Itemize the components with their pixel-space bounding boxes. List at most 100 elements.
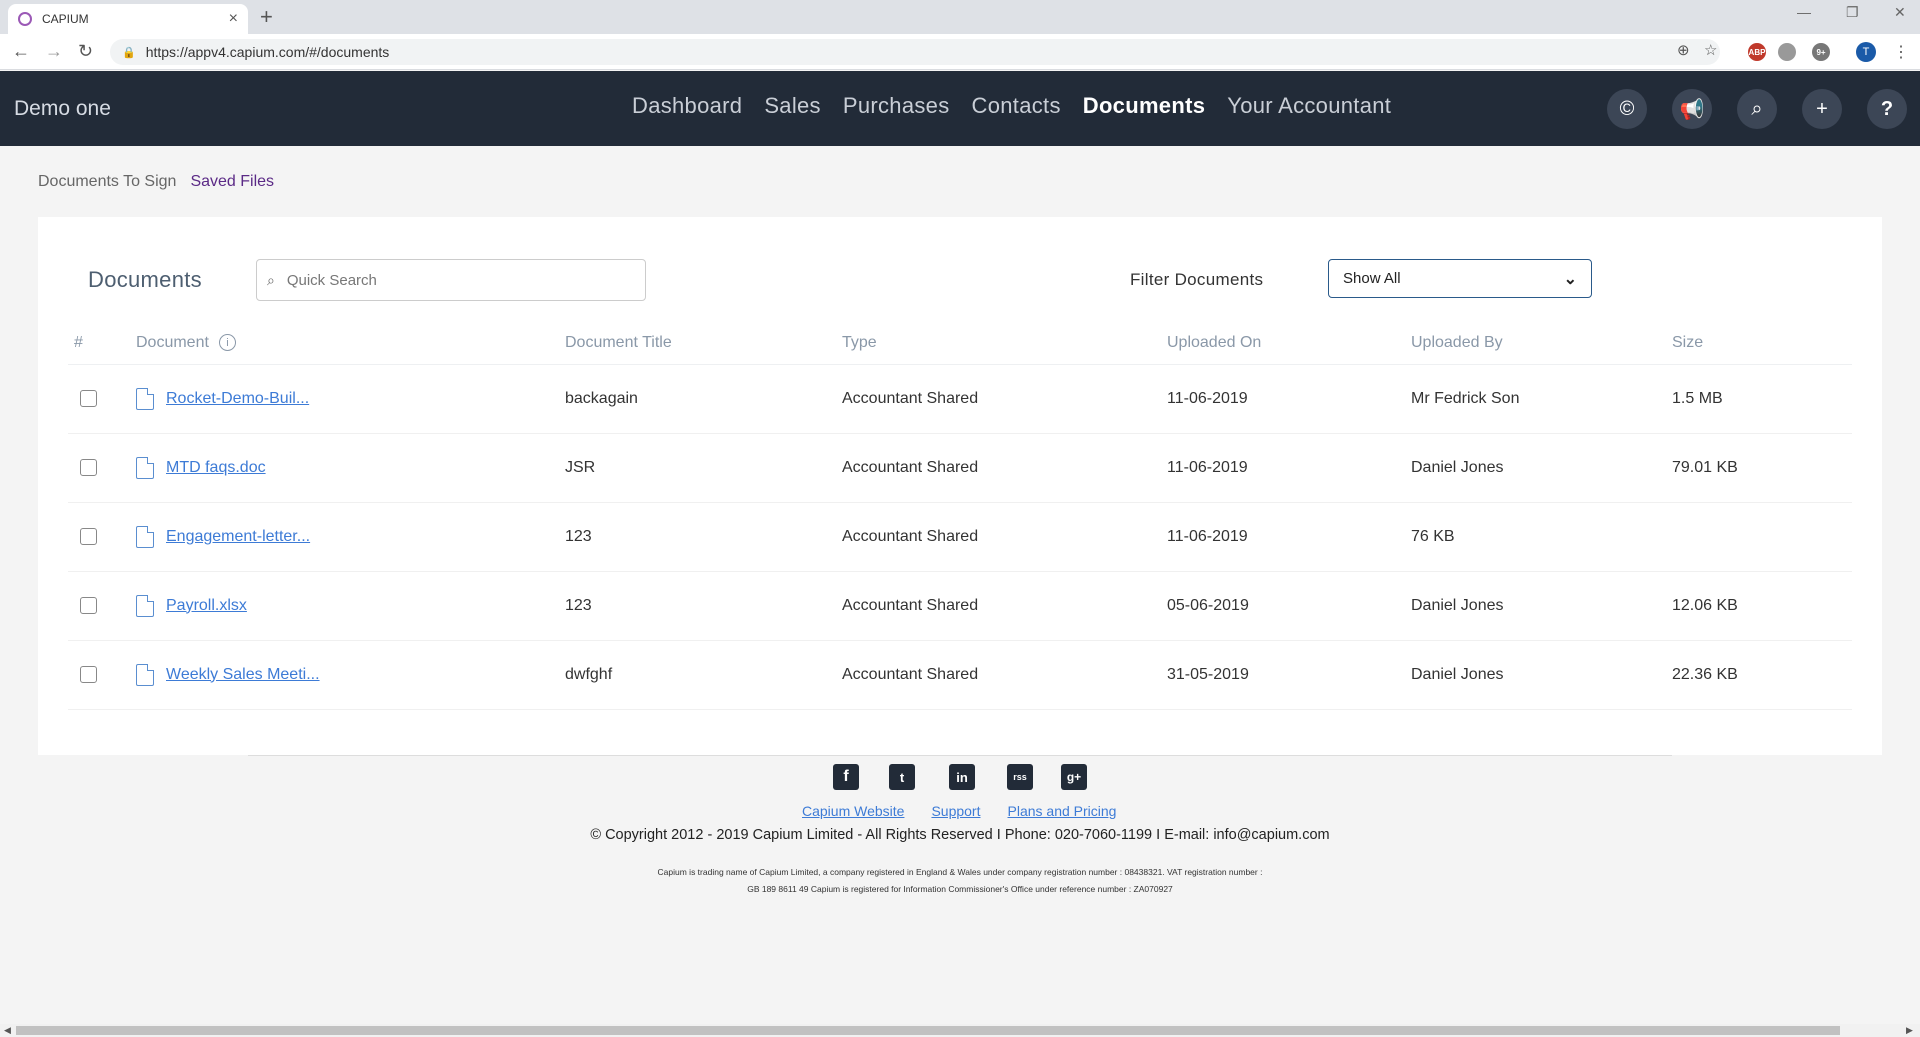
quick-search: ⌕ bbox=[256, 259, 646, 301]
search-icon[interactable]: ⌕ bbox=[1737, 89, 1777, 129]
extension-badge-icon[interactable]: 9+ bbox=[1812, 43, 1830, 61]
col-uploaded-by[interactable]: Uploaded By bbox=[1411, 322, 1672, 365]
browser-menu-icon[interactable]: ⋮ bbox=[1893, 42, 1909, 62]
uploaded-by-cell: 76 KB bbox=[1411, 502, 1672, 572]
forward-icon[interactable]: → bbox=[45, 41, 63, 62]
document-title-cell: JSR bbox=[565, 433, 842, 503]
uploaded-on-cell: 05-06-2019 bbox=[1167, 571, 1411, 641]
row-select-cell bbox=[68, 433, 136, 503]
extension-icon[interactable] bbox=[1778, 43, 1796, 61]
size-cell: 22.36 KB bbox=[1672, 640, 1852, 710]
document-link[interactable]: Engagement-letter... bbox=[166, 528, 310, 546]
nav-documents[interactable]: Documents bbox=[1083, 93, 1206, 119]
document-link[interactable]: Payroll.xlsx bbox=[166, 597, 247, 615]
row-checkbox[interactable] bbox=[80, 596, 97, 614]
reload-icon[interactable]: ↻ bbox=[78, 41, 93, 62]
row-select-cell bbox=[68, 571, 136, 641]
col-type[interactable]: Type bbox=[842, 322, 1167, 365]
filter-documents-select[interactable]: Show All ⌄ bbox=[1328, 259, 1592, 298]
row-checkbox[interactable] bbox=[80, 389, 97, 407]
filter-selected-value: Show All bbox=[1343, 270, 1401, 287]
nav-dashboard[interactable]: Dashboard bbox=[632, 93, 742, 119]
size-cell: 79.01 KB bbox=[1672, 433, 1852, 503]
col-document: Document i bbox=[136, 322, 565, 365]
table-row: Rocket-Demo-Buil... backagain Accountant… bbox=[68, 364, 1852, 434]
scrollbar-thumb[interactable] bbox=[16, 1026, 1840, 1035]
horizontal-scrollbar[interactable]: ◀ ▶ bbox=[0, 1024, 1920, 1037]
nav-sales[interactable]: Sales bbox=[764, 93, 821, 119]
col-uploaded-on[interactable]: Uploaded On bbox=[1167, 322, 1411, 365]
browser-tab-bar: CAPIUM × + — ❐ ✕ bbox=[0, 0, 1920, 34]
size-cell: 1.5 MB bbox=[1672, 364, 1852, 434]
facebook-icon[interactable]: f bbox=[833, 764, 859, 790]
linkedin-icon[interactable]: in bbox=[949, 764, 975, 790]
filter-documents-label: Filter Documents bbox=[1130, 270, 1264, 289]
documents-panel: Documents ⌕ Filter Documents Show All ⌄ … bbox=[38, 217, 1882, 755]
col-size[interactable]: Size bbox=[1672, 322, 1852, 365]
nav-your-accountant[interactable]: Your Accountant bbox=[1227, 93, 1391, 119]
megaphone-icon[interactable]: 📢 bbox=[1672, 89, 1712, 129]
type-cell: Accountant Shared bbox=[842, 502, 1167, 572]
nav-contacts[interactable]: Contacts bbox=[972, 93, 1061, 119]
browser-tab-title: CAPIUM bbox=[42, 12, 89, 26]
capium-website-link[interactable]: Capium Website bbox=[802, 803, 904, 819]
type-cell: Accountant Shared bbox=[842, 640, 1167, 710]
scroll-left-icon[interactable]: ◀ bbox=[4, 1024, 11, 1037]
col-number: # bbox=[68, 322, 136, 365]
app-header: Demo one Dashboard Sales Purchases Conta… bbox=[0, 71, 1920, 146]
doc-file-icon bbox=[136, 456, 154, 479]
uploaded-by-cell: Daniel Jones bbox=[1411, 433, 1672, 503]
info-icon[interactable]: i bbox=[218, 334, 236, 352]
row-checkbox[interactable] bbox=[80, 527, 97, 545]
table-header-row: # Document i Document Title Type Uploaded… bbox=[68, 322, 1852, 365]
capium-logo-icon[interactable]: © bbox=[1607, 89, 1647, 129]
support-link[interactable]: Support bbox=[931, 803, 980, 819]
page-title: Documents bbox=[88, 267, 202, 292]
google-plus-icon[interactable]: g+ bbox=[1061, 764, 1087, 790]
row-checkbox[interactable] bbox=[80, 665, 97, 683]
back-icon[interactable]: ← bbox=[12, 41, 30, 62]
help-icon[interactable]: ? bbox=[1867, 89, 1907, 129]
adblock-extension-icon[interactable]: ABP bbox=[1748, 43, 1766, 61]
profile-avatar[interactable]: T bbox=[1856, 42, 1876, 62]
doc-file-icon bbox=[136, 525, 154, 548]
col-document-title[interactable]: Document Title bbox=[565, 322, 842, 365]
browser-tab[interactable]: CAPIUM × bbox=[8, 4, 248, 34]
close-tab-icon[interactable]: × bbox=[229, 10, 238, 28]
document-title-cell: backagain bbox=[565, 364, 842, 434]
footer-divider bbox=[248, 755, 1672, 756]
document-cell: Engagement-letter... bbox=[136, 502, 565, 572]
row-select-cell bbox=[68, 640, 136, 710]
search-icon: ⌕ bbox=[267, 271, 275, 288]
uploaded-on-cell: 11-06-2019 bbox=[1167, 433, 1411, 503]
zoom-icon[interactable]: ⊕ bbox=[1677, 41, 1690, 59]
tab-saved-files[interactable]: Saved Files bbox=[190, 173, 274, 191]
plans-and-pricing-link[interactable]: Plans and Pricing bbox=[1008, 803, 1117, 819]
url-field[interactable]: 🔒 https://appv4.capium.com/#/documents ⊕… bbox=[110, 39, 1720, 65]
document-cell: Payroll.xlsx bbox=[136, 571, 565, 641]
uploaded-by-cell: Daniel Jones bbox=[1411, 640, 1672, 710]
rss-icon[interactable]: rss bbox=[1007, 764, 1033, 790]
uploaded-on-cell: 11-06-2019 bbox=[1167, 364, 1411, 434]
new-tab-icon[interactable]: + bbox=[260, 4, 273, 30]
plus-icon[interactable]: + bbox=[1802, 89, 1842, 129]
chevron-down-icon: ⌄ bbox=[1563, 270, 1577, 288]
twitter-icon[interactable]: t bbox=[889, 764, 915, 790]
document-link[interactable]: Rocket-Demo-Buil... bbox=[166, 390, 309, 408]
row-checkbox[interactable] bbox=[80, 458, 97, 476]
type-cell: Accountant Shared bbox=[842, 364, 1167, 434]
lock-icon: 🔒 bbox=[122, 46, 136, 59]
quick-search-input[interactable] bbox=[286, 271, 607, 289]
scroll-right-icon[interactable]: ▶ bbox=[1906, 1024, 1913, 1037]
close-window-icon[interactable]: ✕ bbox=[1894, 4, 1906, 21]
document-link[interactable]: MTD faqs.doc bbox=[166, 459, 266, 477]
bookmark-star-icon[interactable]: ☆ bbox=[1704, 41, 1717, 59]
minimize-icon[interactable]: — bbox=[1797, 4, 1811, 20]
nav-purchases[interactable]: Purchases bbox=[843, 93, 950, 119]
pdf-file-icon bbox=[136, 387, 154, 410]
document-link[interactable]: Weekly Sales Meeti... bbox=[166, 666, 320, 684]
row-select-cell bbox=[68, 364, 136, 434]
type-cell: Accountant Shared bbox=[842, 433, 1167, 503]
restore-icon[interactable]: ❐ bbox=[1846, 4, 1859, 21]
tab-documents-to-sign[interactable]: Documents To Sign bbox=[38, 173, 176, 191]
